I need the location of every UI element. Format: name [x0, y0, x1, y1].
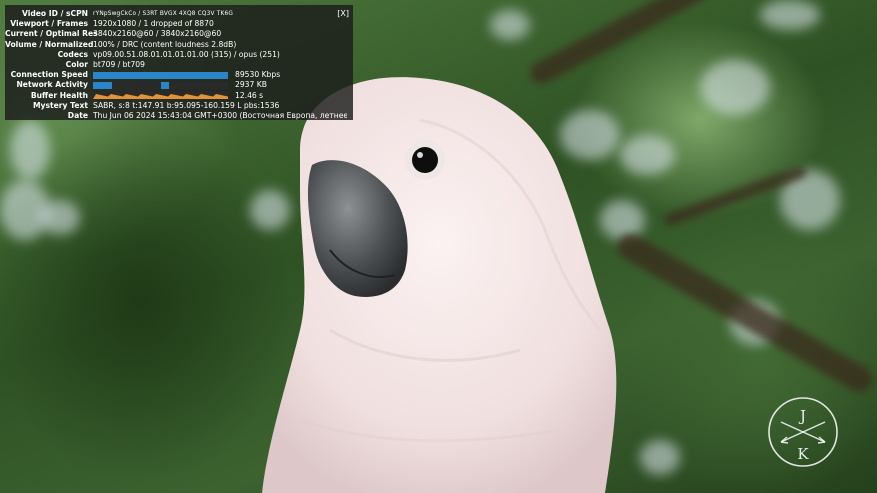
- stats-value: 12.46 s: [93, 91, 347, 101]
- stats-value: 1920x1080 / 1 dropped of 8870: [93, 19, 214, 29]
- stats-row-video-id: Video ID / sCPN rYNpSwgCkCo / S3RT BVGX …: [5, 9, 347, 19]
- close-stats-button[interactable]: [X]: [337, 9, 349, 18]
- stats-row-date: Date Thu Jun 06 2024 15:43:04 GMT+0300 (…: [5, 111, 347, 121]
- stats-label: Date: [67, 110, 88, 120]
- stats-label: Video ID / sCPN: [22, 9, 88, 18]
- watermark-bottom-letter: K: [797, 445, 809, 463]
- connection-speed-fill: [93, 71, 228, 79]
- stats-value: 89530 Kbps: [93, 70, 347, 80]
- network-activity-text: 2937 KB: [235, 80, 267, 90]
- buffer-health-bar: [93, 92, 228, 100]
- stats-value: bt709 / bt709: [93, 59, 145, 69]
- stats-row-mystery-text: Mystery Text SABR, s:8 t:147.91 b:95.095…: [5, 101, 347, 111]
- stats-label: Mystery Text: [33, 100, 88, 110]
- stats-value: 100% / DRC (content loudness 2.8dB): [93, 39, 237, 49]
- stats-row-volume: Volume / Normalized 100% / DRC (content …: [5, 40, 347, 50]
- watermark-top-letter: J: [798, 407, 806, 425]
- stats-label: Codecs: [57, 49, 88, 59]
- network-activity-fill: [93, 81, 112, 89]
- stats-value: SABR, s:8 t:147.91 b:95.095-160.159 L pb…: [93, 100, 280, 110]
- stats-label: Volume / Normalized: [5, 39, 94, 49]
- stats-row-codecs: Codecs vp09.00.51.08.01.01.01.01.00 (315…: [5, 50, 347, 60]
- channel-watermark-logo[interactable]: J K: [767, 396, 839, 468]
- stats-value: 3840x2160@60 / 3840x2160@60: [93, 29, 222, 39]
- network-activity-bar: [93, 81, 228, 89]
- buffer-health-fill: [93, 94, 228, 100]
- connection-speed-text: 89530 Kbps: [235, 70, 281, 80]
- stats-row-network-activity: Network Activity 2937 KB: [5, 80, 347, 90]
- stats-value: 2937 KB: [93, 80, 347, 90]
- stats-label: Color: [65, 59, 88, 69]
- stats-for-nerds-panel: [X] Video ID / sCPN rYNpSwgCkCo / S3RT B…: [5, 5, 353, 120]
- stats-value: rYNpSwgCkCo / S3RT BVGX 4XQ8 CQ3V TK6G: [93, 11, 234, 17]
- stats-label: Buffer Health: [30, 90, 88, 100]
- buffer-health-sawtooth: [93, 94, 228, 100]
- stats-row-connection-speed: Connection Speed 89530 Kbps: [5, 70, 347, 80]
- network-activity-mark: [160, 81, 169, 89]
- stats-value: Thu Jun 06 2024 15:43:04 GMT+0300 (Восто…: [93, 110, 347, 120]
- stats-row-color: Color bt709 / bt709: [5, 60, 347, 70]
- stats-row-viewport: Viewport / Frames 1920x1080 / 1 dropped …: [5, 19, 347, 29]
- connection-speed-bar: [93, 71, 228, 79]
- stats-label: Network Activity: [16, 80, 88, 90]
- stats-row-buffer-health: Buffer Health 12.46 s: [5, 91, 347, 101]
- stats-value: vp09.00.51.08.01.01.01.01.00 (315) / opu…: [93, 49, 280, 59]
- stats-row-resolution: Current / Optimal Res 3840x2160@60 / 384…: [5, 29, 347, 39]
- buffer-health-text: 12.46 s: [235, 90, 264, 100]
- stats-label: Viewport / Frames: [10, 19, 88, 29]
- stats-label: Connection Speed: [10, 70, 88, 80]
- stats-label: Current / Optimal Res: [5, 29, 98, 39]
